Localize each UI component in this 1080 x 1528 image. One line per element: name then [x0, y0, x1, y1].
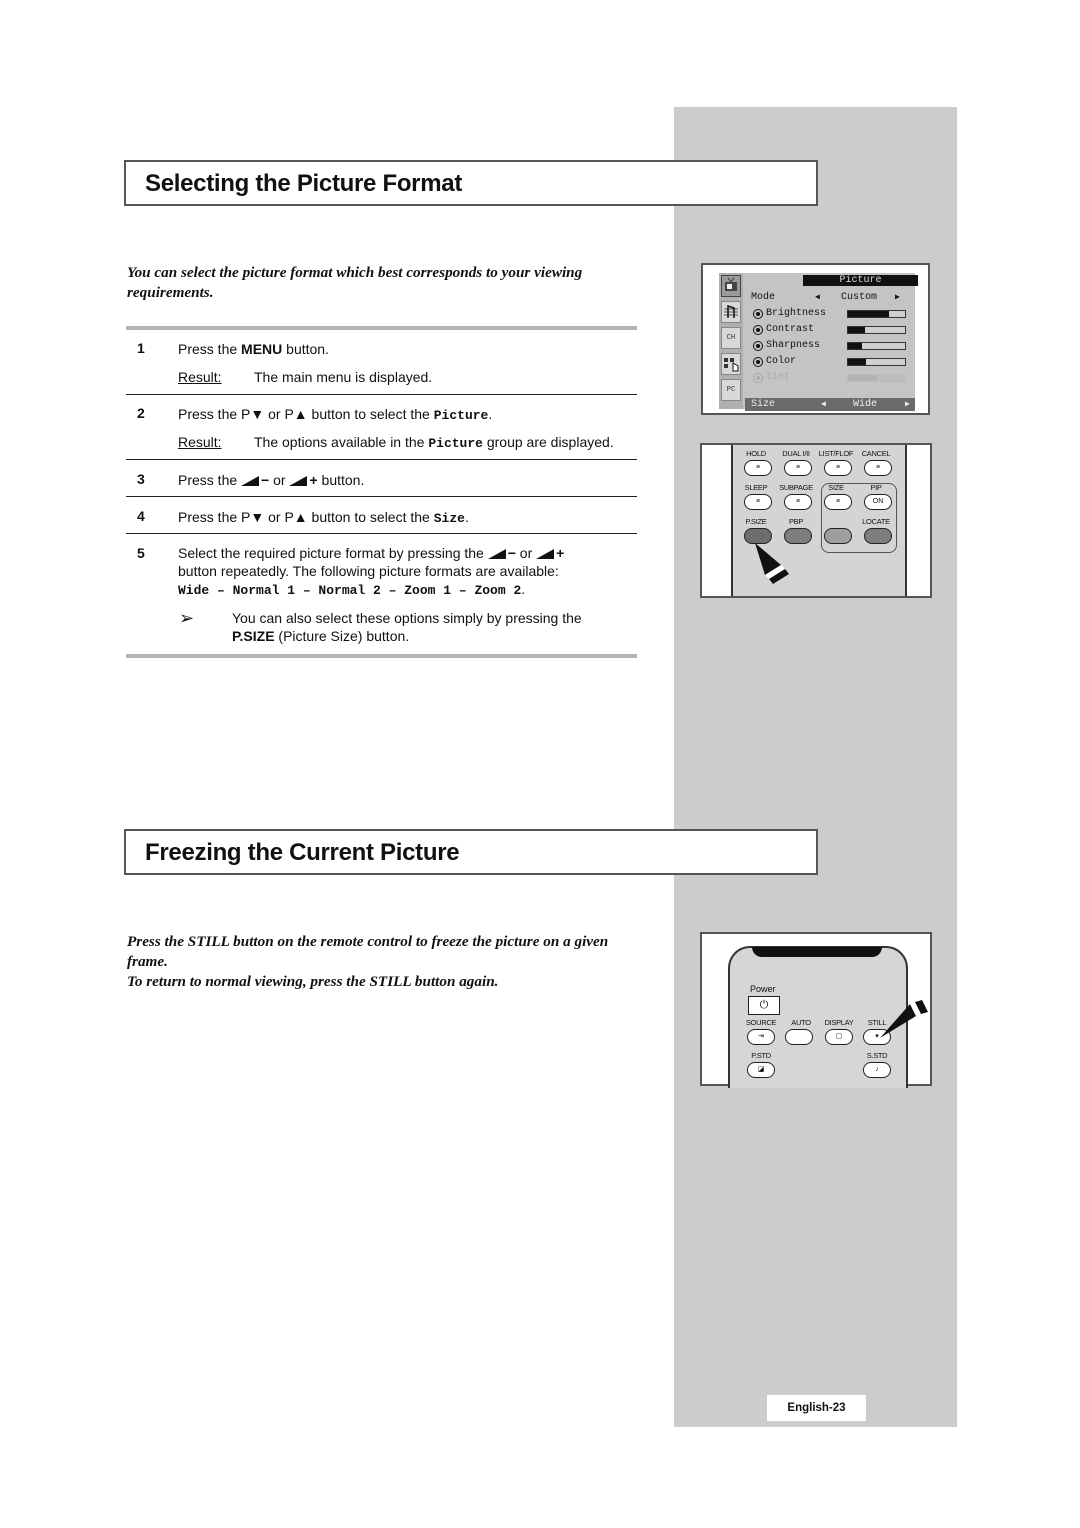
osd-menu-title: Picture	[803, 275, 918, 286]
level-bar	[847, 310, 906, 318]
step-number: 3	[137, 471, 145, 487]
pstd-button: ◪	[747, 1062, 775, 1078]
osd-mode-row: Mode ◀ Custom ▶	[751, 292, 900, 303]
volume-icon	[487, 549, 508, 560]
divider	[126, 654, 637, 658]
level-fill	[848, 327, 866, 333]
setup-icon	[721, 353, 741, 375]
step-number: 2	[137, 405, 145, 421]
button-label: CANCEL	[861, 449, 891, 458]
level-fill	[848, 311, 890, 317]
section-title: Freezing the Current Picture	[145, 839, 460, 866]
sleep-button: ≡	[744, 494, 772, 510]
step-number: 1	[137, 340, 145, 356]
step-2-text: Press the P▼ or P▲ button to select the …	[178, 406, 493, 423]
radio-icon	[753, 309, 763, 319]
source-button: ⇥	[747, 1029, 775, 1045]
power-button: ⏻	[748, 996, 780, 1015]
button-label: LOCATE	[862, 517, 890, 526]
display-button: ▢	[825, 1029, 853, 1045]
step-1-text: Press the MENU button.	[178, 341, 329, 357]
section-header-picture-format: Selecting the Picture Format	[124, 160, 818, 206]
button-label: PBP	[788, 517, 804, 526]
list-flof-button: ≡	[824, 460, 852, 476]
remote-body: HOLD DUAL I/II LIST/FLOF CANCEL ≡ ≡ ≡ ≡ …	[731, 445, 907, 596]
osd-side-icons: CH PC	[719, 273, 743, 409]
radio-icon	[753, 357, 763, 367]
button-label: P.STD	[751, 1051, 771, 1060]
level-fill	[848, 343, 863, 349]
section-header-freezing: Freezing the Current Picture	[124, 829, 818, 875]
channel-icon: CH	[721, 327, 741, 349]
remote-top-sensor	[752, 947, 882, 957]
step-1-result: Result: The main menu is displayed.	[178, 369, 433, 385]
pc-icon: PC	[721, 379, 741, 401]
divider	[126, 394, 637, 395]
step-number: 5	[137, 545, 145, 561]
osd-item-contrast: Contrast	[747, 323, 915, 337]
step-3-text: Press the − or + button.	[178, 472, 365, 488]
osd-item-tint: Tint	[747, 371, 915, 385]
level-bar	[847, 374, 906, 382]
locate-button	[864, 528, 892, 544]
pointer-arrow-icon	[880, 1000, 928, 1038]
osd-screen: CH PC Picture Mode ◀ Custom ▶ Brightness…	[719, 273, 918, 411]
pointer-arrow-icon	[755, 543, 789, 584]
cancel-button: ≡	[864, 460, 892, 476]
level-fill	[848, 375, 877, 381]
pip-on-button: ON	[864, 494, 892, 510]
divider	[126, 533, 637, 534]
note-arrow-icon: ➢	[179, 608, 195, 628]
section-intro: Press the STILL button on the remote con…	[127, 933, 609, 970]
level-bar	[847, 342, 906, 350]
arrow-left-icon: ◀	[821, 400, 826, 409]
power-label: Power	[750, 984, 776, 994]
remote-illustration-psize: HOLD DUAL I/II LIST/FLOF CANCEL ≡ ≡ ≡ ≡ …	[700, 443, 932, 598]
volume-icon	[289, 476, 309, 487]
subpage-button: ≡	[784, 494, 812, 510]
color-button	[824, 528, 852, 544]
volume-icon	[241, 476, 261, 487]
divider	[126, 326, 637, 330]
arrow-right-icon: ▶	[905, 400, 910, 409]
step-number: 4	[137, 508, 145, 524]
divider	[126, 459, 637, 460]
divider	[126, 496, 637, 497]
button-label: PIP	[870, 483, 882, 492]
osd-size-row: Size ◀ Wide ▶	[745, 398, 915, 411]
size-button: ≡	[824, 494, 852, 510]
osd-item-brightness: Brightness	[747, 307, 915, 321]
section-intro-2: To return to normal viewing, press the S…	[127, 973, 499, 990]
arrow-left-icon: ◀	[815, 293, 820, 302]
osd-item-color: Color	[747, 355, 915, 369]
level-bar	[847, 358, 906, 366]
step-4-text: Press the P▼ or P▲ button to select the …	[178, 509, 469, 526]
section-intro: You can select the picture format which …	[127, 264, 583, 301]
arrow-right-icon: ▶	[895, 293, 900, 302]
radio-icon	[753, 341, 763, 351]
osd-item-sharpness: Sharpness	[747, 339, 915, 353]
step-5-text: Select the required picture format by pr…	[178, 545, 565, 598]
page-number: English-23	[767, 1395, 866, 1421]
picture-icon	[721, 275, 741, 297]
step-2-result: Result: The options available in the Pict…	[178, 434, 614, 451]
level-fill	[848, 359, 867, 365]
osd-picture-menu-illustration: CH PC Picture Mode ◀ Custom ▶ Brightness…	[701, 263, 930, 415]
remote-illustration-still: Power ⏻ SOURCE AUTO DISPLAY STILL ⇥ ▢ ▾ …	[700, 932, 932, 1088]
volume-icon	[536, 549, 556, 560]
hold-button: ≡	[744, 460, 772, 476]
button-label: S.STD	[866, 1051, 888, 1060]
sstd-button: ♪	[863, 1062, 891, 1078]
radio-icon	[753, 373, 763, 383]
format-list: Wide – Normal 1 – Normal 2 – Zoom 1 – Zo…	[178, 583, 522, 598]
section-title: Selecting the Picture Format	[145, 170, 463, 197]
dual-button: ≡	[784, 460, 812, 476]
level-bar	[847, 326, 906, 334]
radio-icon	[753, 325, 763, 335]
auto-button	[785, 1029, 813, 1045]
sound-icon	[721, 301, 741, 323]
note-text: You can also select these options simply…	[232, 610, 582, 644]
